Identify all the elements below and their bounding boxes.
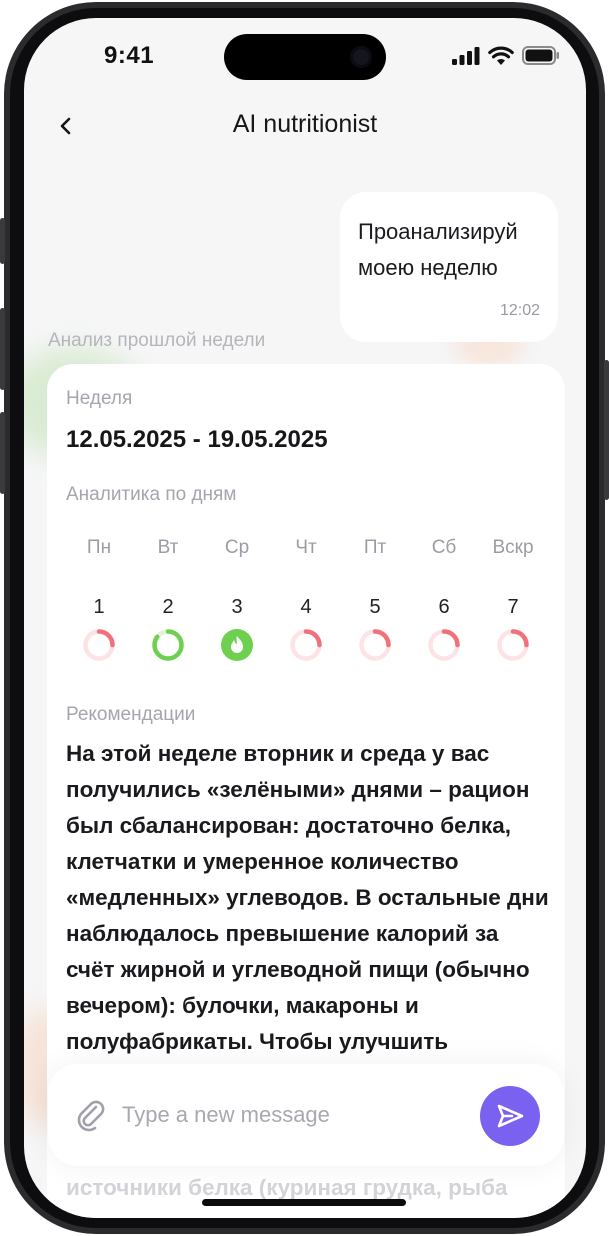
- user-message-bubble: Проанализируй моею неделю 12:02: [340, 192, 558, 342]
- day-number: 6: [438, 596, 450, 618]
- day-number: 4: [300, 596, 312, 618]
- message-composer: [48, 1064, 564, 1166]
- day-ring: [290, 629, 322, 661]
- week-label: Неделя: [66, 388, 133, 409]
- send-icon: [497, 1104, 524, 1128]
- user-message-time: 12:02: [499, 302, 540, 319]
- camera-icon: [350, 46, 372, 68]
- day-number: 3: [231, 596, 243, 618]
- signal-icon: [452, 46, 480, 65]
- day-item-wed[interactable]: Ср 3: [203, 534, 271, 662]
- status-time: 9:41: [104, 42, 155, 69]
- recommendations-text: На этой неделе вторник и среда у вас пол…: [66, 741, 549, 1054]
- day-number: 2: [162, 596, 174, 618]
- day-name: Пт: [363, 537, 387, 558]
- user-message-text: Проанализируй моею неделю: [358, 219, 518, 280]
- screen: 9:41 AI nutritionist Проанализируй моею …: [24, 18, 586, 1218]
- day-ring: [83, 629, 115, 661]
- day-ring: [359, 629, 391, 661]
- day-name: Вт: [157, 537, 179, 558]
- day-ring: [497, 629, 529, 661]
- day-item-sat[interactable]: Сб 6: [410, 534, 478, 662]
- day-list: Пн 1 Вт 2 Ср 3 Чт 4 Пт 5 Сб 6 Вскр 7: [65, 534, 545, 674]
- recommendations-label: Рекомендации: [66, 704, 196, 725]
- recommendations-continued-text: источники белка (куриная грудка, рыба: [66, 1175, 508, 1200]
- side-button-volume-down: [0, 412, 5, 494]
- page-title: AI nutritionist: [232, 110, 378, 138]
- paperclip-icon[interactable]: [74, 1098, 108, 1132]
- day-name: Ср: [224, 537, 250, 558]
- day-number: 5: [369, 596, 381, 618]
- send-button[interactable]: [480, 1086, 540, 1146]
- day-item-thu[interactable]: Чт 4: [272, 534, 340, 662]
- day-item-sun[interactable]: Вскр 7: [479, 534, 547, 662]
- assistant-message-label: Анализ прошлой недели: [48, 330, 266, 351]
- ring-progress: [152, 629, 184, 661]
- flame-icon: [221, 629, 253, 661]
- day-name: Пн: [86, 537, 112, 558]
- message-input[interactable]: [120, 1094, 464, 1136]
- day-item-mon[interactable]: Пн 1: [65, 534, 133, 662]
- day-item-tue[interactable]: Вт 2: [134, 534, 202, 662]
- day-name: Сб: [431, 537, 457, 558]
- day-item-fri[interactable]: Пт 5: [341, 534, 409, 662]
- side-button-power: [604, 360, 609, 500]
- daily-analytics-label: Аналитика по дням: [66, 484, 237, 505]
- status-icons: [452, 46, 560, 65]
- day-name: Вскр: [492, 537, 534, 558]
- side-button-volume-up: [0, 308, 5, 390]
- week-range: 12.05.2025 - 19.05.2025: [66, 426, 328, 453]
- day-name: Чт: [295, 537, 317, 558]
- dynamic-island: [224, 34, 386, 80]
- day-ring: [152, 629, 184, 661]
- battery-icon: [522, 46, 559, 65]
- side-button-mute: [0, 218, 5, 264]
- day-number: 7: [507, 596, 519, 618]
- wifi-icon: [488, 46, 514, 65]
- home-indicator: [202, 1199, 406, 1206]
- day-number: 1: [93, 596, 105, 618]
- day-ring: [428, 629, 460, 661]
